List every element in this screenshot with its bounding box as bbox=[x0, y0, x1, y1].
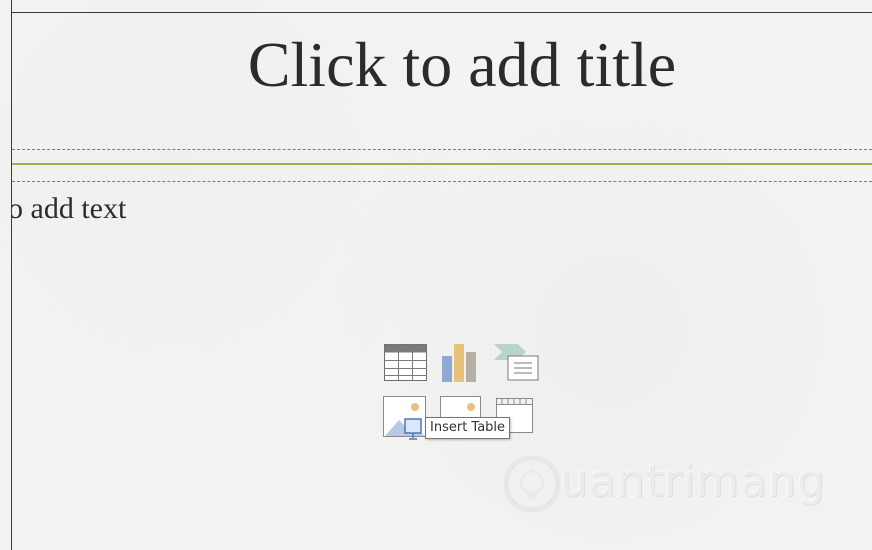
slide-canvas[interactable]: Click to add title o add text Insert Tab… bbox=[0, 0, 872, 550]
content-placeholder-text-wrap[interactable]: o add text bbox=[12, 192, 312, 232]
placeholder-border-dashed-top bbox=[12, 149, 872, 150]
slide-top-border bbox=[11, 12, 872, 13]
title-placeholder[interactable]: Click to add title bbox=[12, 28, 872, 102]
watermark-bulb-icon bbox=[503, 455, 561, 513]
placeholder-border-dashed-bottom bbox=[12, 181, 872, 182]
content-placeholder-text: o add text bbox=[12, 192, 127, 225]
hover-cursor-icon bbox=[404, 418, 424, 447]
insert-table-tooltip: Insert Table bbox=[425, 417, 511, 439]
insert-table-icon[interactable] bbox=[384, 344, 428, 389]
accent-divider-line bbox=[12, 163, 872, 165]
insert-smartart-icon[interactable] bbox=[492, 342, 540, 387]
insert-chart-icon[interactable] bbox=[441, 342, 479, 389]
watermark-logo: uantrimang bbox=[502, 452, 862, 522]
watermark-text: uantrimang bbox=[560, 456, 826, 507]
